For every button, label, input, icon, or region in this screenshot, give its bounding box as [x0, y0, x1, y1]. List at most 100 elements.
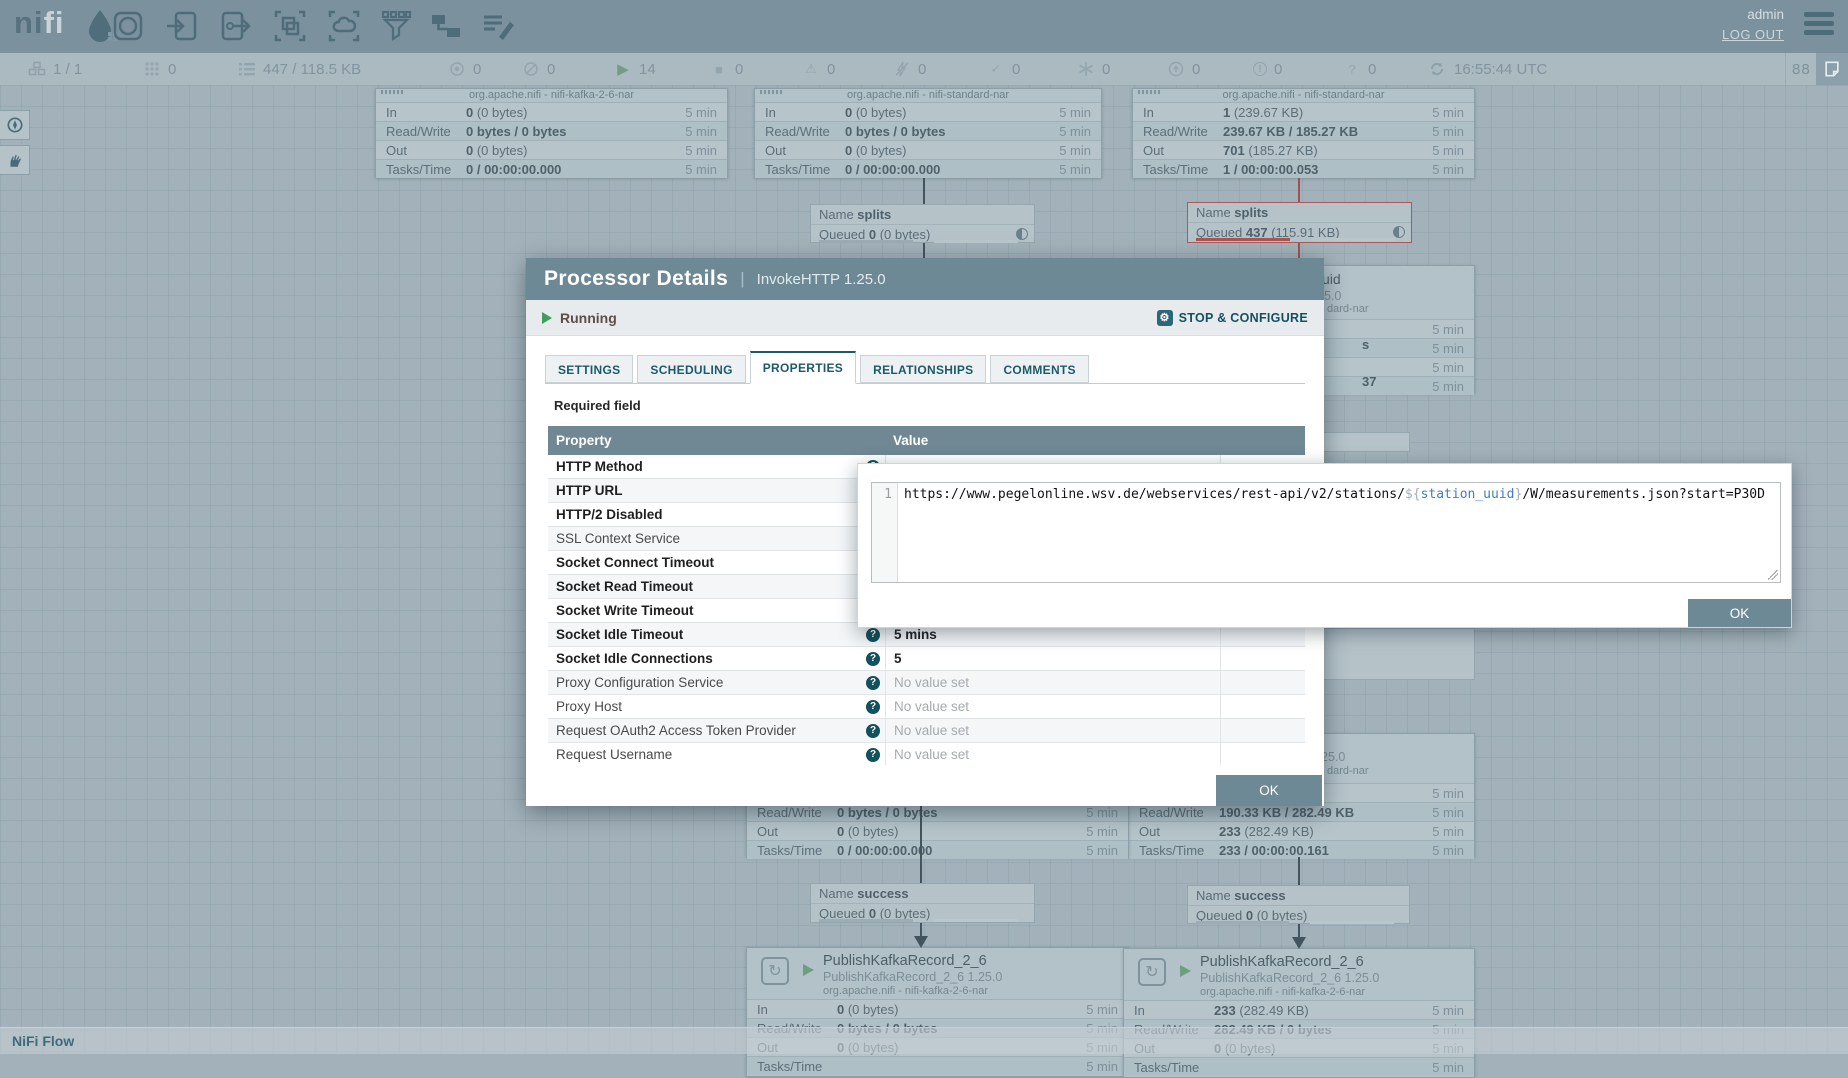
partial-text-fragment: s: [1362, 337, 1369, 352]
logout-link[interactable]: LOG OUT: [1722, 27, 1784, 42]
stat-row: Out233 (282.49 KB)5 min: [1129, 821, 1474, 840]
global-menu-icon[interactable]: [1804, 12, 1834, 39]
tab-properties[interactable]: PROPERTIES: [750, 351, 856, 384]
status-value: 0: [1102, 61, 1110, 78]
stat-row: Read/Write0 bytes / 0 bytes5 min: [376, 121, 727, 140]
partial-text-fragment: dard-nar: [1327, 765, 1369, 777]
cluster-icon: [28, 61, 46, 77]
last-refresh-time: 16:55:44 UTC: [1454, 61, 1547, 78]
connection-line: [1298, 243, 1300, 258]
status-item-stale: 0: [1167, 53, 1200, 85]
dialog-ok-button[interactable]: OK: [1216, 775, 1322, 806]
stat-row: Tasks/Time5 min: [747, 1056, 1128, 1075]
funnel-icon[interactable]: [379, 9, 413, 43]
connection-queued: Queued 0 (0 bytes): [811, 225, 1034, 244]
status-item-running: ▶14: [614, 53, 656, 85]
stat-row: In0 (0 bytes)5 min: [376, 102, 727, 121]
processor-box[interactable]: ↻PublishKafkaRecord_2_6PublishKafkaRecor…: [746, 947, 1129, 1077]
status-value: 0: [1192, 61, 1200, 78]
status-item-transmitting: 0: [448, 53, 481, 85]
connection-name: Name splits: [1188, 203, 1411, 223]
connection-line: [1298, 924, 1300, 937]
stat-row: In0 (0 bytes)5 min: [755, 102, 1101, 121]
processor-type-icon: ↻: [761, 957, 789, 985]
status-item-threads: 0: [143, 53, 176, 85]
help-icon[interactable]: ?: [866, 700, 880, 714]
breadcrumb[interactable]: NiFi Flow: [12, 1033, 74, 1049]
processor-icon-sliver: [760, 90, 782, 94]
status-item-disabled: 0: [893, 53, 926, 85]
nifi-logo: nifi: [14, 5, 65, 41]
remote-process-group-icon[interactable]: [327, 9, 361, 43]
tab-comments[interactable]: COMMENTS: [990, 355, 1088, 383]
line-number-gutter: 1: [872, 483, 898, 582]
property-value-cell[interactable]: No value set: [885, 671, 1220, 694]
editor-ok-button[interactable]: OK: [1688, 599, 1791, 627]
help-icon[interactable]: ?: [866, 676, 880, 690]
property-value-cell[interactable]: No value set: [885, 695, 1220, 718]
property-name-cell: Proxy Host?: [548, 695, 885, 718]
status-value: 0: [918, 61, 926, 78]
template-icon[interactable]: [429, 9, 463, 43]
processor-name: PublishKafkaRecord_2_6: [823, 953, 987, 969]
partial-text-fragment: 37: [1362, 374, 1376, 389]
load-balance-icon: [1393, 226, 1405, 238]
property-row[interactable]: Request OAuth2 Access Token Provider?No …: [548, 719, 1305, 743]
bulletin-board-icon[interactable]: [1816, 53, 1848, 85]
help-icon[interactable]: ?: [866, 628, 880, 642]
processor-box[interactable]: org.apache.nifi - nifi-standard-narIn1 (…: [1132, 88, 1475, 178]
refresh-icon[interactable]: [1428, 61, 1446, 77]
status-value: 0: [473, 61, 481, 78]
property-value-cell[interactable]: No value set: [885, 743, 1220, 765]
label-icon[interactable]: [481, 9, 515, 43]
gear-icon: ⚙: [1157, 310, 1173, 326]
processor-box[interactable]: ↻PublishKafkaRecord_2_6PublishKafkaRecor…: [1123, 948, 1475, 1078]
tab-settings[interactable]: SETTINGS: [545, 355, 633, 383]
operate-palette-button[interactable]: [0, 145, 30, 175]
stat-row: Out0 (0 bytes)5 min: [376, 140, 727, 159]
property-value-editor[interactable]: 1 https://www.pegelonline.wsv.de/webserv…: [871, 482, 1781, 583]
stat-row: Out0 (0 bytes)5 min: [755, 140, 1101, 159]
connection-line: [1298, 857, 1300, 885]
property-name-cell: Socket Idle Connections?: [548, 647, 885, 670]
running-icon: [803, 964, 814, 976]
help-icon[interactable]: ?: [866, 724, 880, 738]
property-row[interactable]: Proxy Configuration Service?No value set: [548, 671, 1305, 695]
dialog-header: Processor Details | InvokeHTTP 1.25.0: [526, 258, 1324, 300]
connection-name: Name success: [1188, 886, 1409, 906]
property-row[interactable]: Socket Idle Connections?5: [548, 647, 1305, 671]
birdseye-icon[interactable]: 88: [1792, 53, 1811, 85]
tab-relationships[interactable]: RELATIONSHIPS: [860, 355, 986, 383]
connection-queued: Queued 0 (0 bytes): [811, 904, 1034, 923]
help-icon[interactable]: ?: [866, 748, 880, 762]
breadcrumb-bar: NiFi Flow: [0, 1027, 1848, 1054]
connection-label[interactable]: Name successQueued 0 (0 bytes): [810, 883, 1035, 923]
value-text[interactable]: https://www.pegelonline.wsv.de/webservic…: [898, 483, 1765, 582]
processor-box[interactable]: org.apache.nifi - nifi-standard-narIn0 (…: [754, 88, 1102, 178]
connection-label[interactable]: Name splitsQueued 0 (0 bytes): [810, 204, 1035, 243]
resize-handle-icon[interactable]: [1768, 570, 1778, 580]
output-port-icon[interactable]: [219, 9, 253, 43]
connection-label[interactable]: Name successQueued 0 (0 bytes): [1187, 885, 1410, 924]
not-transmitting-icon: [522, 61, 540, 77]
processor-icon[interactable]: [111, 9, 145, 43]
tab-scheduling[interactable]: SCHEDULING: [637, 355, 745, 383]
stop-and-configure-button[interactable]: ⚙ STOP & CONFIGURE: [1157, 310, 1308, 326]
stale-icon: [1167, 61, 1185, 77]
compass-icon: [5, 115, 25, 135]
help-icon[interactable]: ?: [866, 652, 880, 666]
property-value-cell[interactable]: No value set: [885, 719, 1220, 742]
property-row[interactable]: Request Username?No value set: [548, 743, 1305, 765]
input-port-icon[interactable]: [165, 9, 199, 43]
navigate-palette-button[interactable]: [0, 110, 30, 140]
status-value: 0: [827, 61, 835, 78]
processor-type-icon: ↻: [1138, 958, 1166, 986]
processor-box[interactable]: org.apache.nifi - nifi-kafka-2-6-narIn0 …: [375, 88, 728, 178]
process-group-icon[interactable]: [273, 9, 307, 43]
property-name-cell: Socket Write Timeout?: [548, 599, 885, 622]
stat-row: Tasks/Time0 / 00:00:00.0005 min: [755, 159, 1101, 178]
required-field-note: Required field: [554, 398, 641, 413]
property-row[interactable]: Proxy Host?No value set: [548, 695, 1305, 719]
property-value-cell[interactable]: 5: [885, 647, 1220, 670]
connection-label[interactable]: Name splitsQueued 437 (115.91 KB): [1187, 202, 1412, 243]
